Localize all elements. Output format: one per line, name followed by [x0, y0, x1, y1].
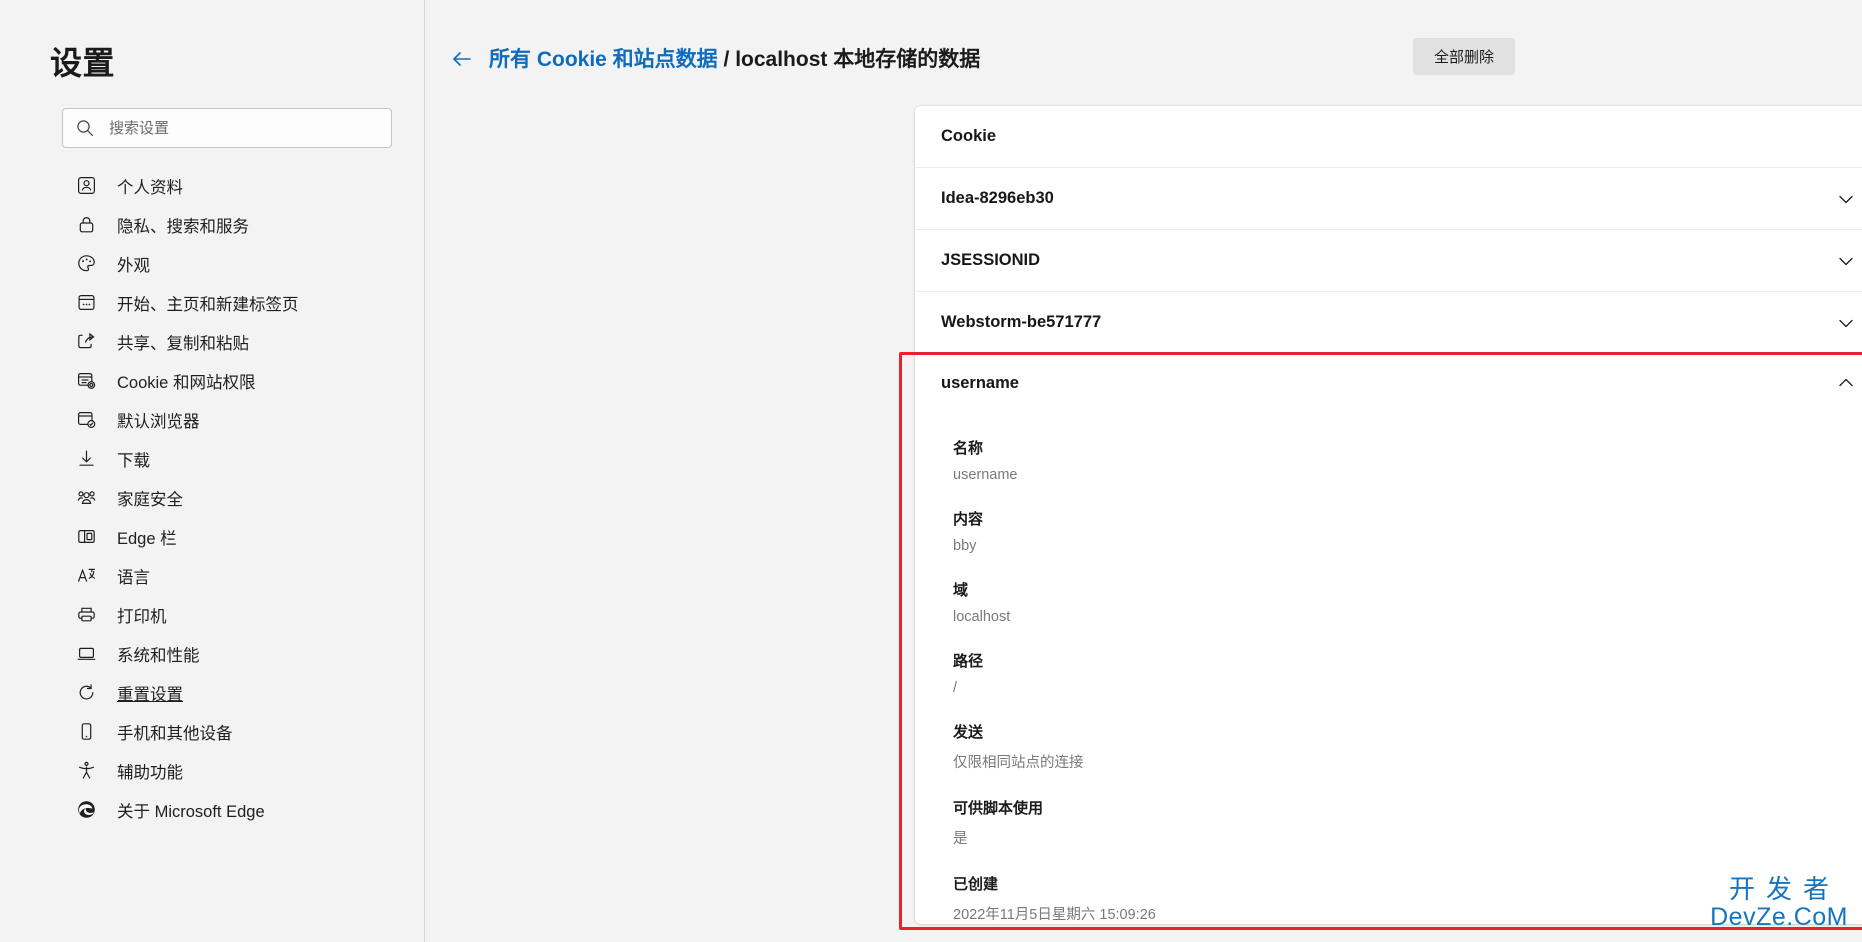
breadcrumb-current: localhost 本地存储的数据 — [735, 47, 981, 71]
family-icon — [76, 487, 97, 508]
sidebar-item-cookies-site-permissions[interactable]: Cookie 和网站权限 — [0, 361, 424, 400]
chevron-down-icon[interactable] — [1826, 241, 1862, 281]
detail-value-content: bby — [953, 538, 977, 554]
main-content: 所有 Cookie 和站点数据 / localhost 本地存储的数据 全部删除… — [425, 0, 1862, 942]
sidebar-item-appearance[interactable]: 外观 — [0, 244, 424, 283]
detail-value-sendfor: 仅限相同站点的连接 — [953, 755, 1084, 771]
phone-icon — [76, 721, 97, 742]
table-row[interactable]: Webstorm-be571777 — [915, 292, 1862, 354]
sidebar-item-phone-other-devices[interactable]: 手机和其他设备 — [0, 712, 424, 751]
sidebar-item-family-safety[interactable]: 家庭安全 — [0, 478, 424, 517]
sidebar-nav: 个人资料 隐私、搜索和服务 外观 开始、主页和新建标签页 共享、复制和粘贴 Co… — [0, 166, 424, 829]
cookie-name: JSESSIONID — [941, 251, 1041, 269]
reset-icon — [76, 682, 97, 703]
chevron-up-icon[interactable] — [1826, 363, 1862, 403]
table-row[interactable]: JSESSIONID — [915, 230, 1862, 292]
detail-value-domain: localhost — [953, 609, 1011, 625]
cookie-row-header[interactable]: username — [915, 354, 1862, 412]
sidebar-item-label: 默认浏览器 — [117, 412, 200, 431]
language-icon — [76, 565, 97, 586]
sidebar-item-label: 下载 — [117, 451, 150, 470]
detail-label-name: 名称 — [953, 440, 984, 457]
sidebar-item-label: 语言 — [117, 568, 150, 587]
sidebar-item-printers[interactable]: 打印机 — [0, 595, 424, 634]
chevron-down-icon[interactable] — [1826, 179, 1862, 219]
sidebar-item-label: 手机和其他设备 — [117, 724, 233, 743]
sidebar-item-privacy-search-services[interactable]: 隐私、搜索和服务 — [0, 205, 424, 244]
sidebar-item-system-performance[interactable]: 系统和性能 — [0, 634, 424, 673]
palette-icon — [76, 253, 97, 274]
detail-label-script-accessible: 可供脚本使用 — [953, 800, 1044, 817]
detail-value-path: / — [953, 680, 958, 696]
detail-label-domain: 域 — [953, 582, 969, 599]
cookie-permissions-icon — [76, 370, 97, 391]
cookie-name: Idea-8296eb30 — [941, 189, 1054, 207]
sidebar-item-label: 辅助功能 — [117, 763, 183, 782]
sidebar-item-share-copy-paste[interactable]: 共享、复制和粘贴 — [0, 322, 424, 361]
sidebar-item-label: 开始、主页和新建标签页 — [117, 295, 299, 314]
sidebar-item-default-browser[interactable]: 默认浏览器 — [0, 400, 424, 439]
sidebar-item-about-edge[interactable]: 关于 Microsoft Edge — [0, 790, 424, 829]
default-browser-icon — [76, 409, 97, 430]
watermark-line-1: 开发者 — [1729, 874, 1841, 905]
sidebar-item-downloads[interactable]: 下载 — [0, 439, 424, 478]
share-icon — [76, 331, 97, 352]
sidebar-item-label: 关于 Microsoft Edge — [117, 802, 265, 821]
chevron-down-icon[interactable] — [1826, 303, 1862, 343]
accessibility-icon — [76, 760, 97, 781]
system-icon — [76, 643, 97, 664]
cookie-details: 名称 username 内容 bby 域 localhost 路径 / 发送 仅… — [915, 437, 1862, 924]
download-icon — [76, 448, 97, 469]
lock-icon — [76, 214, 97, 235]
detail-label-path: 路径 — [953, 653, 984, 670]
breadcrumb-separator: / — [717, 47, 736, 71]
search-settings-box[interactable] — [62, 108, 392, 148]
cookie-name: Webstorm-be571777 — [941, 313, 1102, 331]
table-row-expanded: username 名称 username 内容 bby 域 localhost … — [915, 354, 1862, 924]
watermark-line-2: DevZe.CoM — [1710, 902, 1848, 931]
table-row[interactable]: Idea-8296eb30 — [915, 168, 1862, 230]
sidebar-item-edge-bar[interactable]: Edge 栏 — [0, 517, 424, 556]
search-input[interactable] — [109, 119, 379, 137]
page-title: 设置 — [50, 45, 116, 81]
sidebar-item-label: Cookie 和网站权限 — [117, 373, 256, 392]
sidebar-item-label: 外观 — [117, 256, 150, 275]
cookie-name: username — [941, 373, 1019, 392]
detail-value-name: username — [953, 467, 1018, 483]
sidebar-item-label: 共享、复制和粘贴 — [117, 334, 249, 353]
sidebar-item-label: Edge 栏 — [117, 529, 177, 548]
sidebar-item-start-home-newtab[interactable]: 开始、主页和新建标签页 — [0, 283, 424, 322]
settings-page: 设置 个人资料 — [0, 0, 1862, 942]
edge-logo-icon — [76, 799, 97, 820]
sidebar-item-label: 重置设置 — [117, 685, 183, 704]
sidebar-item-label: 系统和性能 — [117, 646, 200, 665]
profile-icon — [76, 175, 97, 196]
cookie-section-title: Cookie — [915, 106, 1862, 168]
detail-label-content: 内容 — [953, 511, 984, 528]
detail-label-sendfor: 发送 — [953, 724, 984, 741]
breadcrumb: 所有 Cookie 和站点数据 / localhost 本地存储的数据 — [489, 49, 980, 70]
cookie-card: Cookie Idea-8296eb30 JSESSIONID Webstorm… — [915, 106, 1862, 924]
settings-sidebar: 设置 个人资料 — [0, 0, 425, 942]
detail-value-script-accessible: 是 — [953, 831, 968, 847]
search-icon — [75, 118, 95, 138]
sidebar-item-label: 个人资料 — [117, 178, 183, 197]
sidebar-item-accessibility[interactable]: 辅助功能 — [0, 751, 424, 790]
delete-all-button[interactable]: 全部删除 — [1412, 38, 1515, 75]
watermark: 开发者 DevZe.CoM — [1710, 876, 1848, 930]
page-header: 所有 Cookie 和站点数据 / localhost 本地存储的数据 全部删除 — [425, 36, 1862, 82]
sidebar-item-label: 家庭安全 — [117, 490, 183, 509]
back-arrow-icon[interactable] — [449, 46, 475, 72]
sidebar-item-label: 隐私、搜索和服务 — [117, 217, 249, 236]
sidebar-item-languages[interactable]: 语言 — [0, 556, 424, 595]
edge-bar-icon — [76, 526, 97, 547]
printer-icon — [76, 604, 97, 625]
sidebar-item-reset-settings[interactable]: 重置设置 — [0, 673, 424, 712]
breadcrumb-link-all-cookies[interactable]: 所有 Cookie 和站点数据 — [489, 48, 718, 71]
sidebar-item-profiles[interactable]: 个人资料 — [0, 166, 424, 205]
sidebar-item-label: 打印机 — [117, 607, 167, 626]
start-page-icon — [76, 292, 97, 313]
